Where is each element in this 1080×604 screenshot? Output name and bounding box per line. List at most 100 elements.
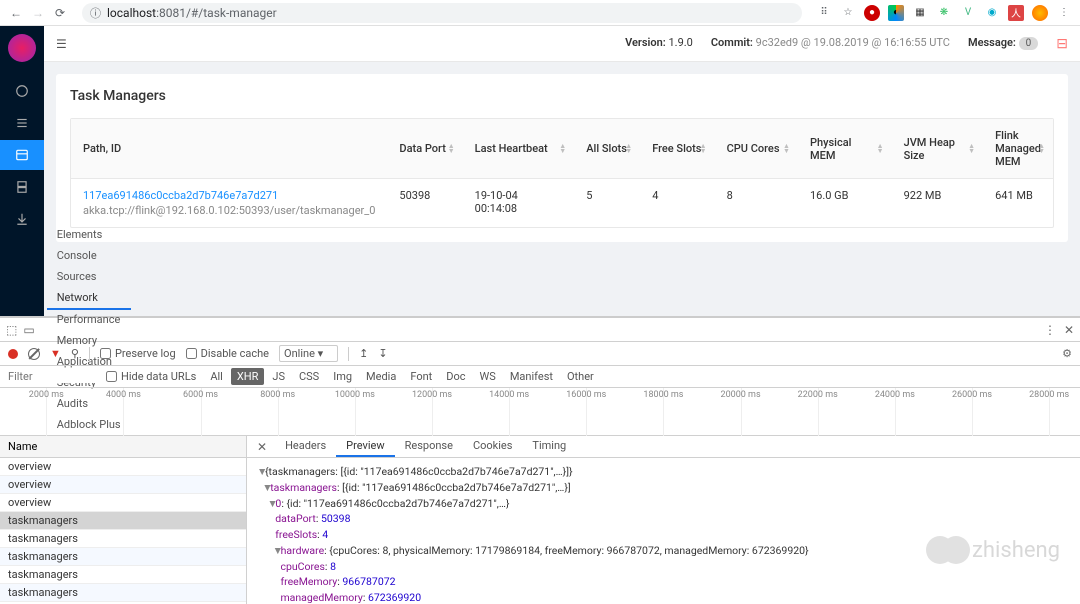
sidebar-item-jobs[interactable] [0,108,44,138]
devtools-close-icon[interactable]: ✕ [1064,323,1074,337]
message-label: Message: [968,36,1016,49]
request-row[interactable]: taskmanagers [0,512,246,530]
detail-tab-preview[interactable]: Preview [336,436,394,457]
star-icon[interactable]: ☆ [840,5,856,21]
timeline-tick: 28000 ms [1029,390,1069,400]
filter-toggle-icon[interactable]: ▼ [50,347,61,360]
filter-type-ws[interactable]: WS [474,368,502,385]
network-timeline[interactable]: 2000 ms4000 ms6000 ms8000 ms10000 ms1200… [0,388,1080,436]
download-icon[interactable]: ↧ [378,347,387,360]
translate-icon[interactable]: ⠿ [816,5,832,21]
tm-id-link[interactable]: 117ea691486c0ccba2d7b746e7a7d271 [83,189,375,202]
filter-type-xhr[interactable]: XHR [231,368,265,385]
devtools-tab-elements[interactable]: Elements [47,224,131,245]
main-area: ☰ Version: 1.9.0 Commit: 9c32ed9 @ 19.08… [44,26,1080,316]
timeline-tick: 8000 ms [260,390,295,400]
avatar-icon[interactable] [1032,5,1048,21]
devtools-tab-performance[interactable]: Performance [47,309,131,330]
col-physmem[interactable]: Physical MEM▲▼ [798,119,892,179]
vue-icon[interactable]: V [960,5,976,21]
sort-icon: ▲▼ [700,144,707,154]
menu-icon[interactable]: ⋮ [1056,5,1072,21]
filter-type-css[interactable]: CSS [293,368,325,385]
filter-type-manifest[interactable]: Manifest [504,368,559,385]
page-title: Task Managers [70,88,1054,104]
sort-icon: ▲▼ [625,144,632,154]
forward-button[interactable]: → [30,5,46,21]
sidebar [0,26,44,316]
devtools-tab-sources[interactable]: Sources [47,266,131,287]
ext-icon-4[interactable]: 人 [1008,5,1024,21]
sidebar-item-taskmanagers[interactable] [0,140,44,170]
network-body: Name overviewoverviewoverviewtaskmanager… [0,436,1080,604]
request-row[interactable]: taskmanagers [0,584,246,602]
request-row[interactable]: taskmanagers [0,548,246,566]
inspect-icon[interactable]: ⬚ [6,323,17,337]
sidebar-item-jobmanager[interactable] [0,172,44,202]
devtools-tabs: ⬚ ▭ ElementsConsoleSourcesNetworkPerform… [0,318,1080,342]
clear-button[interactable] [28,348,40,360]
detail-tab-response[interactable]: Response [395,436,463,457]
collapse-sidebar-icon[interactable]: ☰ [56,37,67,51]
filter-type-js[interactable]: JS [266,368,291,385]
detail-close-icon[interactable]: ✕ [251,440,273,454]
table-row[interactable]: 117ea691486c0ccba2d7b746e7a7d271 akka.tc… [71,179,1053,228]
disable-cache-check[interactable]: Disable cache [186,347,269,360]
reload-button[interactable]: ⟳ [52,5,68,21]
sort-icon: ▲▼ [877,144,884,154]
preserve-log-check[interactable]: Preserve log [100,347,176,360]
sidebar-item-submit[interactable] [0,204,44,234]
col-flinkmem[interactable]: Flink Managed MEM▲▼ [983,119,1053,179]
upload-icon[interactable]: ↥ [359,347,368,360]
ext-icon-2[interactable]: ▦ [912,5,928,21]
filter-type-other[interactable]: Other [561,368,600,385]
filter-type-all[interactable]: All [204,368,229,385]
list-header[interactable]: Name [0,436,246,458]
devtools-more-icon[interactable]: ⋮ [1044,323,1056,337]
tm-path: akka.tcp://flink@192.168.0.102:50393/use… [83,204,375,217]
request-row[interactable]: taskmanagers [0,530,246,548]
warning-icon[interactable]: ⊟ [1056,36,1068,52]
address-bar[interactable]: ⓘ localhost:8081/#/task-manager [82,3,802,23]
request-row[interactable]: overview [0,476,246,494]
topbar-info: Version: 1.9.0 Commit: 9c32ed9 @ 19.08.2… [625,36,1068,52]
request-row[interactable]: taskmanagers [0,566,246,584]
ext-icon-3[interactable]: ◉ [984,5,1000,21]
detail-tab-headers[interactable]: Headers [275,436,336,457]
filter-type-img[interactable]: Img [327,368,358,385]
app-container: ☰ Version: 1.9.0 Commit: 9c32ed9 @ 19.08… [0,26,1080,316]
col-path-id[interactable]: Path, ID [71,119,387,179]
sidebar-item-overview[interactable] [0,76,44,106]
json-preview[interactable]: ▼{taskmanagers: [{id: "117ea691486c0ccba… [247,458,1080,604]
throttling-select[interactable]: Online ▾ [279,345,338,362]
back-button[interactable]: ← [8,5,24,21]
filter-type-font[interactable]: Font [404,368,438,385]
col-jvmheap[interactable]: JVM Heap Size▲▼ [892,119,983,179]
topbar: ☰ Version: 1.9.0 Commit: 9c32ed9 @ 19.08… [44,26,1080,62]
filter-type-doc[interactable]: Doc [440,368,471,385]
settings-icon[interactable]: ⚙ [1062,347,1072,360]
filter-input[interactable] [8,370,98,383]
col-data-port[interactable]: Data Port▲▼ [387,119,462,179]
filter-type-media[interactable]: Media [360,368,402,385]
search-icon[interactable]: ⚲ [71,347,79,360]
request-row[interactable]: overview [0,494,246,512]
request-row[interactable]: overview [0,458,246,476]
detail-tab-cookies[interactable]: Cookies [463,436,522,457]
record-button[interactable] [8,349,18,359]
devtools-tab-console[interactable]: Console [47,245,131,266]
devtools-tab-network[interactable]: Network [47,287,131,310]
info-icon: ⓘ [90,5,101,21]
hide-data-urls-check[interactable]: Hide data URLs [106,370,196,383]
request-list: Name overviewoverviewoverviewtaskmanager… [0,436,247,604]
adblock-icon[interactable]: ● [864,5,880,21]
detail-tab-timing[interactable]: Timing [522,436,576,457]
evernote-icon[interactable]: ❋ [936,5,952,21]
device-icon[interactable]: ▭ [23,323,34,337]
message-count[interactable]: 0 [1019,37,1039,50]
col-heartbeat[interactable]: Last Heartbeat▲▼ [463,119,575,179]
col-free-slots[interactable]: Free Slots▲▼ [640,119,714,179]
ext-icon-1[interactable]: ◐ [888,5,904,21]
col-cpu[interactable]: CPU Cores▲▼ [715,119,798,179]
col-all-slots[interactable]: All Slots▲▼ [574,119,640,179]
